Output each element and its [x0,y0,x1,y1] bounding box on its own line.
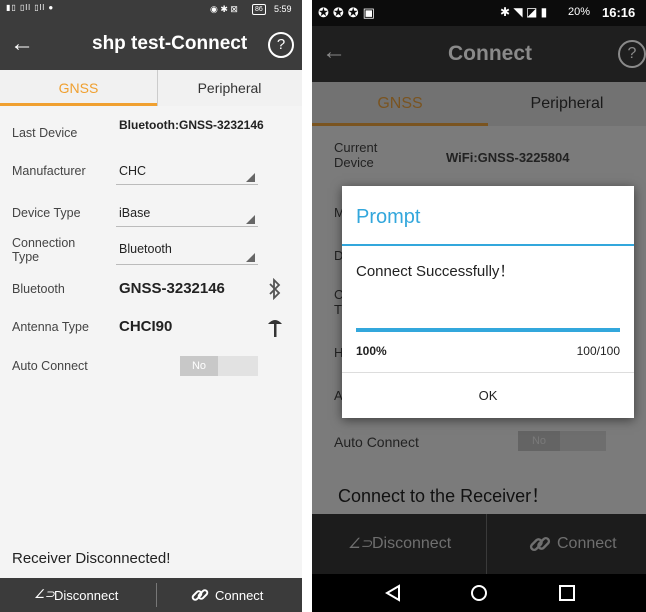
dialog-title: Prompt [356,206,421,228]
manufacturer-dropdown[interactable]: CHC [116,158,258,185]
battery-percent: 20% [568,6,591,18]
disconnect-label: Disconnect [372,535,452,552]
link-icon [529,536,551,552]
left-phone-screen: ▮▯ ▯ll ▯ll ● ◉ ✱ ⊠ 86 5:59 ← shp test-Co… [0,0,302,612]
signal-icon: ▮▯ ▯ll ▯ll ● [6,3,55,12]
manufacturer-value: CHC [119,164,147,178]
status-bar: ✪✪✪▣ ✱ ◥ ◪ ▮ 20% 16:16 [312,0,646,26]
tab-indicator [0,103,157,106]
ok-button[interactable]: OK [342,373,634,418]
tab-gnss[interactable]: GNSS [0,70,157,106]
toggle-thumb: No [180,356,218,376]
notification-icons: ✪✪✪▣ [318,5,379,20]
device-type-value: iBase [119,206,151,220]
auto-connect-row: Auto Connect No [0,356,302,378]
back-triangle-icon[interactable] [384,584,402,602]
tab-divider [157,70,158,106]
broken-link-icon: ∠⊃ [34,587,55,601]
current-device-value: WiFi:GNSS-3225804 [446,150,570,165]
bluetooth-icon[interactable] [268,278,282,300]
tab-bar: GNSS Peripheral [312,82,646,126]
antenna-icon [268,320,282,337]
device-type-label: Device Type [12,206,81,220]
progress-fill [356,328,620,332]
bluetooth-row: Bluetooth GNSS-3232146 [0,278,302,302]
last-device-label: Last Device [12,126,78,140]
app-bar: ← shp test-Connect ? [0,20,302,70]
connect-button[interactable]: Connect [157,578,302,612]
auto-connect-label: Auto Connect [12,359,88,373]
connection-type-row: Connection Type Bluetooth [0,236,302,266]
connect-label: Connect [557,535,617,552]
bluetooth-value: GNSS-3232146 [119,280,225,297]
connection-type-label: Connection Type [12,236,76,264]
tab-bar: GNSS Peripheral [0,70,302,106]
page-title: shp test-Connect [92,33,248,54]
dialog-message: Connect Successfully！ [356,263,515,280]
device-type-row: Device Type iBase [0,200,302,228]
app-bar: ← Connect ? [312,26,646,82]
clock: 5:59 [274,4,292,14]
tab-peripheral[interactable]: Peripheral [488,82,646,126]
tab-gnss[interactable]: GNSS [312,82,488,126]
disconnect-button[interactable]: ∠⊃ Disconnect [0,578,156,612]
bottom-action-bar: ∠⊃ Disconnect Connect [0,578,302,612]
help-icon[interactable]: ? [268,32,294,58]
recents-square-icon[interactable] [558,584,576,602]
auto-connect-toggle[interactable]: No [180,356,258,376]
status-icons: ✱ ◥ ◪ ▮ [500,5,548,19]
battery-icon: 86 [252,4,266,15]
dropdown-arrow-icon [246,173,255,182]
connection-status-message: Receiver Disconnected! [12,550,171,567]
status-icons: ◉ ✱ ⊠ [210,4,238,14]
right-phone-screen: ✪✪✪▣ ✱ ◥ ◪ ▮ 20% 16:16 ← Connect ? GNSS … [312,0,646,612]
prompt-dialog: Prompt Connect Successfully！ 100% 100/10… [342,186,634,418]
bottom-action-bar: ∠⊃ Disconnect Connect [312,514,646,574]
device-type-dropdown[interactable]: iBase [116,200,258,227]
current-device-label: Current Device [334,140,378,170]
tab-peripheral[interactable]: Peripheral [157,70,302,106]
dropdown-arrow-icon [246,253,255,262]
connect-button[interactable]: Connect [487,514,646,574]
progress-percent: 100% [356,344,387,358]
system-nav-bar [312,574,646,612]
progress-track [356,328,620,332]
dropdown-arrow-icon [246,215,255,224]
link-icon [191,589,209,601]
connection-type-value: Bluetooth [119,242,172,256]
home-circle-icon[interactable] [470,584,488,602]
antenna-type-value: CHCI90 [119,318,173,335]
antenna-type-row: Antenna Type CHCI90 [0,316,302,340]
connect-label: Connect [215,588,264,603]
auto-connect-toggle[interactable]: No [518,431,606,451]
bluetooth-label: Bluetooth [12,282,65,296]
disconnect-button[interactable]: ∠⊃ Disconnect [312,514,486,574]
clock: 16:16 [602,5,636,20]
last-device-value: Bluetooth:GNSS-3232146 [119,118,264,132]
auto-connect-label: Auto Connect [334,434,419,450]
connect-prompt-message: Connect to the Receiver！ [338,486,550,506]
dialog-title-divider [342,244,634,246]
broken-link-icon: ∠⊃ [348,535,373,551]
status-bar: ▮▯ ▯ll ▯ll ● ◉ ✱ ⊠ 86 5:59 [0,0,302,20]
manufacturer-label: Manufacturer [12,164,86,178]
toggle-thumb: No [518,431,560,451]
disconnect-label: Disconnect [54,588,119,603]
back-arrow-icon[interactable]: ← [322,38,346,66]
page-title: Connect [448,42,532,65]
manufacturer-row: Manufacturer CHC [0,158,302,186]
connection-type-dropdown[interactable]: Bluetooth [116,236,258,265]
back-arrow-icon[interactable]: ← [10,30,34,58]
tab-indicator [312,123,488,126]
last-device-row: Last Device Bluetooth:GNSS-3232146 [0,118,302,154]
progress-count: 100/100 [576,344,620,358]
antenna-type-label: Antenna Type [12,320,89,334]
help-icon[interactable]: ? [618,40,646,68]
